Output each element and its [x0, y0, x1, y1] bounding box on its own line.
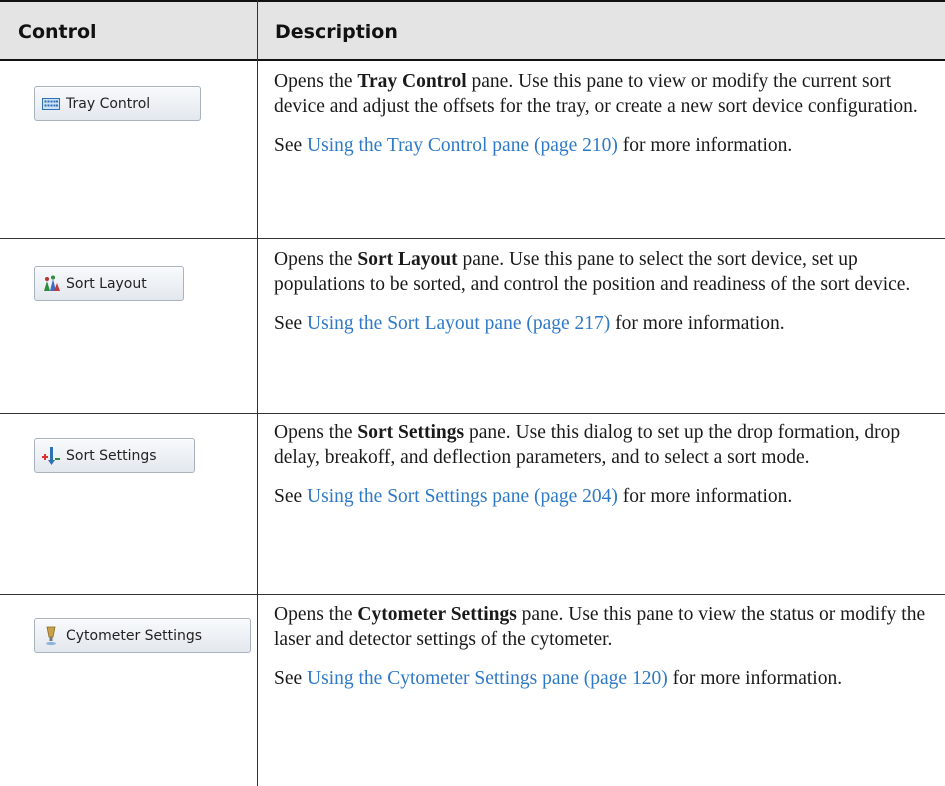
table-row: Cytometer Settings Opens the Cytometer S…: [0, 595, 945, 786]
table-row: Sort Settings Opens the Sort Settings pa…: [0, 414, 945, 594]
sort-settings-icon: [41, 446, 61, 466]
sort-layout-link[interactable]: Using the Sort Layout pane (page 217): [307, 313, 610, 334]
tray-control-link[interactable]: Using the Tray Control pane (page 210): [307, 135, 618, 156]
desc-text: Opens the: [274, 422, 358, 443]
cytometer-settings-link[interactable]: Using the Cytometer Settings pane (page …: [307, 668, 668, 689]
description-cell: Opens the Sort Settings pane. Use this d…: [274, 420, 934, 509]
see-text: for more information.: [610, 313, 785, 334]
see-text: for more information.: [617, 486, 793, 507]
desc-text: Opens the: [274, 71, 358, 92]
desc-bold: Sort Settings: [357, 422, 465, 443]
description-cell: Opens the Cytometer Settings pane. Use t…: [274, 602, 934, 691]
see-text: See: [274, 668, 308, 689]
table-row: Tray Control Opens the Tray Control pane…: [0, 61, 945, 238]
table-row: Sort Layout Opens the Sort Layout pane. …: [0, 239, 945, 413]
header-description: Description: [275, 21, 398, 43]
tray-control-label: Tray Control: [66, 95, 151, 112]
see-text: See: [274, 313, 308, 334]
desc-bold: Tray Control: [357, 71, 467, 92]
see-text: See: [274, 486, 308, 507]
cytometer-settings-button[interactable]: Cytometer Settings: [34, 618, 251, 653]
sort-settings-link[interactable]: Using the Sort Settings pane (page 204): [307, 486, 618, 507]
header-control: Control: [18, 21, 97, 43]
sort-layout-icon: [41, 274, 61, 294]
sort-settings-label: Sort Settings: [66, 447, 157, 464]
see-text: for more information.: [617, 135, 793, 156]
see-text: See: [274, 135, 308, 156]
tray-icon: [41, 94, 61, 114]
desc-text: Opens the: [274, 604, 358, 625]
tray-control-button[interactable]: Tray Control: [34, 86, 201, 121]
see-text: for more information.: [667, 668, 843, 689]
desc-bold: Sort Layout: [357, 249, 458, 270]
sort-layout-button[interactable]: Sort Layout: [34, 266, 184, 301]
desc-bold: Cytometer Settings: [357, 604, 517, 625]
cytometer-icon: [41, 626, 61, 646]
description-cell: Opens the Tray Control pane. Use this pa…: [274, 69, 934, 158]
cytometer-settings-label: Cytometer Settings: [66, 627, 203, 644]
description-cell: Opens the Sort Layout pane. Use this pan…: [274, 247, 934, 336]
control-table: Control Description Tray Control Opens t…: [0, 0, 945, 786]
sort-layout-label: Sort Layout: [66, 275, 147, 292]
sort-settings-button[interactable]: Sort Settings: [34, 438, 195, 473]
desc-text: Opens the: [274, 249, 358, 270]
table-header: Control Description: [0, 0, 945, 61]
